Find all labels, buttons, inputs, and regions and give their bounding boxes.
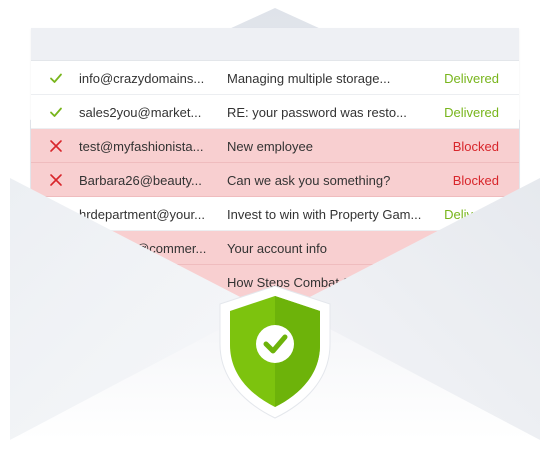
email-sender: samantha@commer...: [79, 241, 207, 256]
email-row[interactable]: sales2you@market... RE: your password was…: [31, 95, 519, 129]
email-row[interactable]: Barbara26@beauty... Can we ask you someth…: [31, 163, 519, 197]
email-subject: Can we ask you something?: [227, 173, 391, 188]
email-row[interactable]: samantha@commer... Your account info Block…: [31, 231, 519, 265]
email-subject: RE: your password was resto...: [227, 105, 407, 120]
email-sender: hrdepartment@your...: [79, 207, 205, 222]
check-icon: [49, 71, 63, 85]
x-icon: [49, 139, 63, 153]
email-row[interactable]: hrdepartment@your... Invest to win with P…: [31, 197, 519, 231]
email-sender: sales2you@market...: [79, 105, 202, 120]
email-subject: New employee: [227, 139, 313, 154]
email-status: Delivered: [444, 105, 499, 120]
email-row[interactable]: info@crazydomains... Managing multiple st…: [31, 61, 519, 95]
email-protection-illustration: info@crazydomains... Managing multiple st…: [0, 0, 550, 467]
email-sender: Barbara26@beauty...: [79, 173, 202, 188]
email-list-header: [31, 28, 519, 61]
shield-check-icon: [219, 285, 331, 419]
email-subject: Invest to win with Property Gam...: [227, 207, 422, 222]
email-status: Delivered: [444, 71, 499, 86]
email-row[interactable]: test@myfashionista... New employee Blocked: [31, 129, 519, 163]
x-icon: [49, 173, 63, 187]
x-icon: [49, 241, 63, 255]
email-status: Delivered: [444, 207, 499, 222]
email-status: Blocked: [452, 173, 499, 188]
x-icon: [49, 275, 63, 289]
email-subject: Your account info: [227, 241, 327, 256]
email-sender: alice@pr...: [79, 275, 141, 290]
check-icon: [49, 105, 63, 119]
email-sender: test@myfashionista...: [79, 139, 204, 154]
email-sender: info@crazydomains...: [79, 71, 205, 86]
email-subject: Managing multiple storage...: [227, 71, 391, 86]
email-status: Blocked: [452, 139, 499, 154]
email-status: Blocked: [452, 241, 499, 256]
check-icon: [49, 207, 63, 221]
email-status: Blocked: [452, 275, 499, 290]
